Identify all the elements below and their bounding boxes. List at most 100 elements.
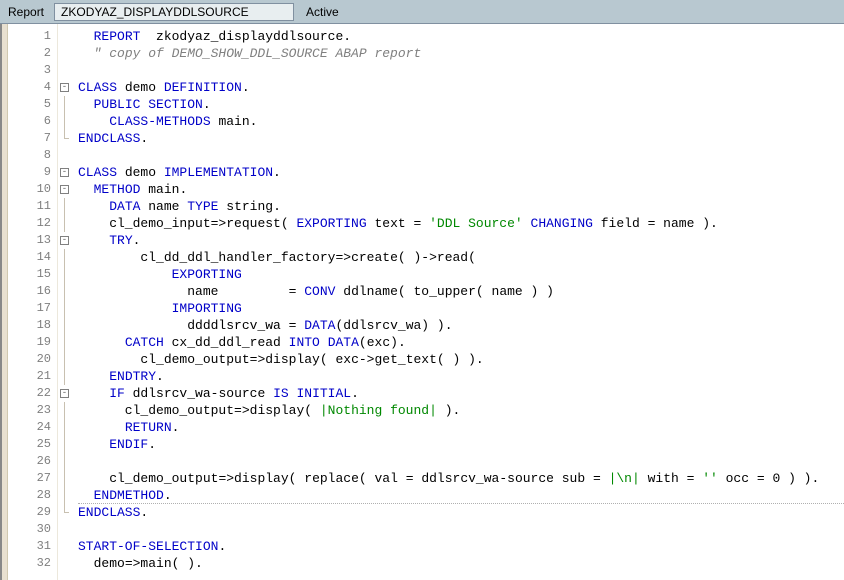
code-line[interactable]: METHOD main. (78, 181, 844, 198)
editor-header: Report Active (0, 0, 844, 24)
line-number: 22 (8, 385, 57, 402)
line-number: 21 (8, 368, 57, 385)
code-line[interactable]: ENDCLASS. (78, 504, 844, 521)
fold-toggle-icon[interactable]: - (60, 168, 69, 177)
line-number: 16 (8, 283, 57, 300)
code-line[interactable]: ENDTRY. (78, 368, 844, 385)
line-number: 23 (8, 402, 57, 419)
fold-cell (58, 436, 72, 453)
fold-toggle-icon[interactable]: - (60, 83, 69, 92)
line-number: 27 (8, 470, 57, 487)
code-line[interactable]: IF ddlsrcv_wa-source IS INITIAL. (78, 385, 844, 402)
fold-cell: - (58, 79, 72, 96)
code-line[interactable]: cl_demo_output=>display( replace( val = … (78, 470, 844, 487)
code-editor: 1234567891011121314151617181920212223242… (0, 24, 844, 580)
report-label: Report (0, 5, 54, 19)
code-line[interactable] (78, 62, 844, 79)
line-number: 1 (8, 28, 57, 45)
fold-guide (64, 317, 65, 334)
line-number: 14 (8, 249, 57, 266)
code-line[interactable]: EXPORTING (78, 266, 844, 283)
line-number: 17 (8, 300, 57, 317)
fold-cell (58, 351, 72, 368)
fold-cell (58, 96, 72, 113)
fold-toggle-icon[interactable]: - (60, 185, 69, 194)
code-line[interactable]: PUBLIC SECTION. (78, 96, 844, 113)
line-number: 13 (8, 232, 57, 249)
fold-cell (58, 62, 72, 79)
code-line[interactable]: cl_demo_input=>request( EXPORTING text =… (78, 215, 844, 232)
line-number: 32 (8, 555, 57, 572)
code-line[interactable]: REPORT zkodyaz_displayddlsource. (78, 28, 844, 45)
fold-cell (58, 504, 72, 521)
line-number: 6 (8, 113, 57, 130)
line-number: 3 (8, 62, 57, 79)
line-number: 31 (8, 538, 57, 555)
code-line[interactable]: name = CONV ddlname( to_upper( name ) ) (78, 283, 844, 300)
fold-cell (58, 198, 72, 215)
line-number: 30 (8, 521, 57, 538)
code-line[interactable] (78, 147, 844, 164)
fold-toggle-icon[interactable]: - (60, 389, 69, 398)
code-line[interactable]: TRY. (78, 232, 844, 249)
fold-cell (58, 300, 72, 317)
status-text: Active (294, 5, 351, 19)
code-line[interactable]: demo=>main( ). (78, 555, 844, 572)
fold-cell (58, 147, 72, 164)
code-line[interactable]: ENDCLASS. (78, 130, 844, 147)
code-line[interactable]: RETURN. (78, 419, 844, 436)
code-line[interactable]: DATA name TYPE string. (78, 198, 844, 215)
fold-guide (64, 419, 65, 436)
code-line[interactable]: IMPORTING (78, 300, 844, 317)
line-number: 12 (8, 215, 57, 232)
line-number-gutter: 1234567891011121314151617181920212223242… (8, 24, 58, 580)
fold-guide (64, 283, 65, 300)
line-number: 9 (8, 164, 57, 181)
code-line[interactable]: CLASS demo IMPLEMENTATION. (78, 164, 844, 181)
fold-cell (58, 419, 72, 436)
code-line[interactable]: ENDIF. (78, 436, 844, 453)
fold-guide (64, 368, 65, 385)
fold-guide (64, 436, 65, 453)
fold-cell (58, 555, 72, 572)
fold-cell: - (58, 164, 72, 181)
fold-cell (58, 402, 72, 419)
fold-guide (64, 300, 65, 317)
fold-guide (64, 266, 65, 283)
code-line[interactable] (78, 453, 844, 470)
code-line[interactable]: cl_demo_output=>display( |Nothing found|… (78, 402, 844, 419)
code-line[interactable]: CLASS-METHODS main. (78, 113, 844, 130)
program-name-input[interactable] (54, 3, 294, 21)
code-line[interactable]: CLASS demo DEFINITION. (78, 79, 844, 96)
fold-cell (58, 317, 72, 334)
fold-cell (58, 45, 72, 62)
line-number: 29 (8, 504, 57, 521)
fold-guide (64, 402, 65, 419)
fold-guide (64, 215, 65, 232)
fold-cell (58, 487, 72, 504)
fold-toggle-icon[interactable]: - (60, 236, 69, 245)
fold-cell (58, 470, 72, 487)
code-line[interactable]: cl_dd_ddl_handler_factory=>create( )->re… (78, 249, 844, 266)
line-number: 20 (8, 351, 57, 368)
fold-cell (58, 538, 72, 555)
line-number: 2 (8, 45, 57, 62)
fold-guide (64, 487, 65, 504)
line-number: 28 (8, 487, 57, 504)
fold-cell: - (58, 385, 72, 402)
fold-cell (58, 453, 72, 470)
fold-cell (58, 266, 72, 283)
code-line[interactable]: " copy of DEMO_SHOW_DDL_SOURCE ABAP repo… (78, 45, 844, 62)
code-line[interactable]: CATCH cx_dd_ddl_read INTO DATA(exc). (78, 334, 844, 351)
line-number: 19 (8, 334, 57, 351)
fold-cell (58, 215, 72, 232)
code-line[interactable] (78, 521, 844, 538)
fold-cell (58, 113, 72, 130)
code-area[interactable]: REPORT zkodyaz_displayddlsource. " copy … (72, 24, 844, 580)
code-line[interactable]: START-OF-SELECTION. (78, 538, 844, 555)
line-number: 7 (8, 130, 57, 147)
fold-guide (64, 334, 65, 351)
code-line[interactable]: cl_demo_output=>display( exc->get_text( … (78, 351, 844, 368)
code-line[interactable]: ddddlsrcv_wa = DATA(ddlsrcv_wa) ). (78, 317, 844, 334)
code-line[interactable]: ENDMETHOD. (78, 487, 844, 504)
